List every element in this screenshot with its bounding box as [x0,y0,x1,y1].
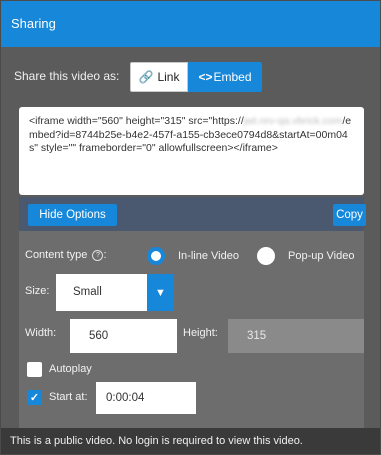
link-tab-label: Link [157,70,180,84]
embed-code-box[interactable]: <iframe width="560" height="315" src="ht… [19,107,364,195]
embed-code-prefix: <iframe width="560" height="315" src="ht… [29,115,244,127]
start-at-label[interactable]: Start at: [49,391,88,403]
width-input[interactable] [70,319,177,353]
popup-video-label[interactable]: Pop-up Video [288,250,354,262]
start-at-checkbox[interactable]: ✓ [27,390,42,405]
hide-options-button[interactable]: Hide Options [28,204,117,226]
autoplay-label[interactable]: Autoplay [49,363,92,375]
start-at-input[interactable] [96,382,196,414]
inline-video-label[interactable]: In-line Video [178,250,239,262]
chevron-down-icon[interactable]: ▼ [147,274,174,311]
width-label: Width: [25,327,57,339]
size-label: Size: [25,285,50,297]
panel-title: Sharing [1,1,380,47]
embed-tab-label: Embed [213,70,252,84]
embed-tab[interactable]: <> Embed [188,62,262,92]
height-input [228,319,364,353]
options-bar: Hide Options Copy [19,197,366,231]
content-type-text: Content type [25,249,88,261]
popup-video-radio[interactable] [257,247,275,265]
share-as-label: Share this video as: [14,69,120,83]
copy-button[interactable]: Copy [333,204,366,226]
embed-code-blurred-host: jwt.rev-qa.vbrick.com [243,115,343,127]
public-video-notice: This is a public video. No login is requ… [1,428,380,454]
content-type-label: Content type ?: [25,249,107,261]
inline-video-radio[interactable] [147,247,165,265]
link-tab[interactable]: 🔗 Link [130,62,188,92]
check-icon: ✓ [29,392,40,404]
code-icon: <> [198,70,213,84]
info-icon[interactable]: ? [92,249,104,261]
autoplay-checkbox[interactable] [27,362,42,377]
link-icon: 🔗 [138,70,154,84]
sharing-panel: Sharing Share this video as: 🔗 Link <> E… [0,0,381,455]
height-label: Height: [183,327,218,339]
content-type-colon: : [103,249,107,261]
